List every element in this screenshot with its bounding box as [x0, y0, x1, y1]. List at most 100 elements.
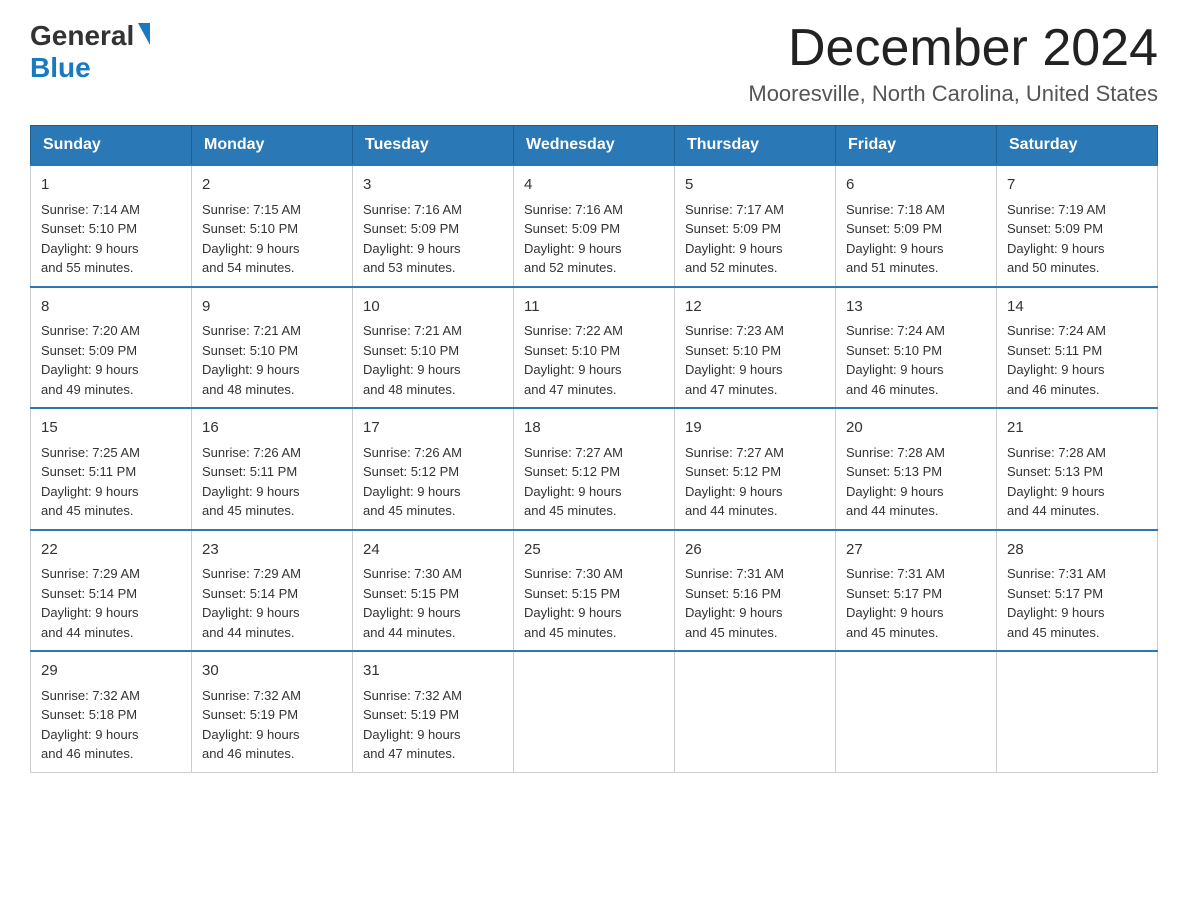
daylight-minutes: and 51 minutes.: [846, 260, 939, 275]
sunrise-text: Sunrise: 7:25 AM: [41, 445, 140, 460]
calendar-cell: 28Sunrise: 7:31 AMSunset: 5:17 PMDayligh…: [997, 530, 1158, 652]
sunset-text: Sunset: 5:12 PM: [524, 464, 620, 479]
day-number: 30: [202, 660, 342, 683]
sunset-text: Sunset: 5:11 PM: [41, 464, 136, 479]
sunset-text: Sunset: 5:10 PM: [846, 343, 942, 358]
sunrise-text: Sunrise: 7:18 AM: [846, 202, 945, 217]
calendar-header-row: SundayMondayTuesdayWednesdayThursdayFrid…: [31, 126, 1158, 166]
daylight-text: Daylight: 9 hours: [363, 605, 461, 620]
calendar-cell: 30Sunrise: 7:32 AMSunset: 5:19 PMDayligh…: [192, 651, 353, 772]
sunrise-text: Sunrise: 7:30 AM: [524, 566, 623, 581]
sunrise-text: Sunrise: 7:29 AM: [41, 566, 140, 581]
day-number: 15: [41, 417, 181, 440]
daylight-text: Daylight: 9 hours: [202, 241, 300, 256]
day-number: 31: [363, 660, 503, 683]
sunset-text: Sunset: 5:10 PM: [41, 221, 137, 236]
daylight-minutes: and 55 minutes.: [41, 260, 134, 275]
sunrise-text: Sunrise: 7:32 AM: [202, 688, 301, 703]
daylight-minutes: and 44 minutes.: [202, 625, 295, 640]
day-number: 10: [363, 296, 503, 319]
calendar-cell: 23Sunrise: 7:29 AMSunset: 5:14 PMDayligh…: [192, 530, 353, 652]
calendar-table: SundayMondayTuesdayWednesdayThursdayFrid…: [30, 125, 1158, 773]
sunrise-text: Sunrise: 7:15 AM: [202, 202, 301, 217]
day-number: 26: [685, 539, 825, 562]
daylight-text: Daylight: 9 hours: [363, 484, 461, 499]
calendar-cell: 20Sunrise: 7:28 AMSunset: 5:13 PMDayligh…: [836, 408, 997, 530]
calendar-cell: 3Sunrise: 7:16 AMSunset: 5:09 PMDaylight…: [353, 165, 514, 287]
sunset-text: Sunset: 5:09 PM: [685, 221, 781, 236]
sunrise-text: Sunrise: 7:28 AM: [846, 445, 945, 460]
daylight-minutes: and 44 minutes.: [685, 503, 778, 518]
calendar-cell: 19Sunrise: 7:27 AMSunset: 5:12 PMDayligh…: [675, 408, 836, 530]
calendar-cell: 9Sunrise: 7:21 AMSunset: 5:10 PMDaylight…: [192, 287, 353, 409]
calendar-cell: 17Sunrise: 7:26 AMSunset: 5:12 PMDayligh…: [353, 408, 514, 530]
calendar-cell: 1Sunrise: 7:14 AMSunset: 5:10 PMDaylight…: [31, 165, 192, 287]
calendar-cell: 11Sunrise: 7:22 AMSunset: 5:10 PMDayligh…: [514, 287, 675, 409]
day-number: 9: [202, 296, 342, 319]
daylight-minutes: and 44 minutes.: [1007, 503, 1100, 518]
col-header-monday: Monday: [192, 126, 353, 166]
calendar-cell: 22Sunrise: 7:29 AMSunset: 5:14 PMDayligh…: [31, 530, 192, 652]
sunset-text: Sunset: 5:13 PM: [846, 464, 942, 479]
calendar-week-row: 1Sunrise: 7:14 AMSunset: 5:10 PMDaylight…: [31, 165, 1158, 287]
day-number: 21: [1007, 417, 1147, 440]
daylight-minutes: and 45 minutes.: [524, 503, 617, 518]
daylight-minutes: and 46 minutes.: [202, 746, 295, 761]
sunrise-text: Sunrise: 7:21 AM: [202, 323, 301, 338]
col-header-friday: Friday: [836, 126, 997, 166]
day-number: 17: [363, 417, 503, 440]
daylight-minutes: and 46 minutes.: [846, 382, 939, 397]
daylight-text: Daylight: 9 hours: [1007, 241, 1105, 256]
sunrise-text: Sunrise: 7:31 AM: [1007, 566, 1106, 581]
logo-blue-container: [134, 23, 150, 49]
daylight-minutes: and 46 minutes.: [1007, 382, 1100, 397]
calendar-cell: 10Sunrise: 7:21 AMSunset: 5:10 PMDayligh…: [353, 287, 514, 409]
location-title: Mooresville, North Carolina, United Stat…: [748, 81, 1158, 107]
calendar-cell: 31Sunrise: 7:32 AMSunset: 5:19 PMDayligh…: [353, 651, 514, 772]
calendar-week-row: 29Sunrise: 7:32 AMSunset: 5:18 PMDayligh…: [31, 651, 1158, 772]
day-number: 23: [202, 539, 342, 562]
daylight-minutes: and 48 minutes.: [363, 382, 456, 397]
daylight-text: Daylight: 9 hours: [41, 484, 139, 499]
calendar-cell: 27Sunrise: 7:31 AMSunset: 5:17 PMDayligh…: [836, 530, 997, 652]
sunrise-text: Sunrise: 7:24 AM: [846, 323, 945, 338]
month-title: December 2024: [748, 20, 1158, 77]
daylight-minutes: and 45 minutes.: [685, 625, 778, 640]
daylight-text: Daylight: 9 hours: [524, 362, 622, 377]
calendar-cell: 25Sunrise: 7:30 AMSunset: 5:15 PMDayligh…: [514, 530, 675, 652]
sunrise-text: Sunrise: 7:16 AM: [524, 202, 623, 217]
sunset-text: Sunset: 5:10 PM: [363, 343, 459, 358]
calendar-cell: 21Sunrise: 7:28 AMSunset: 5:13 PMDayligh…: [997, 408, 1158, 530]
calendar-cell: 13Sunrise: 7:24 AMSunset: 5:10 PMDayligh…: [836, 287, 997, 409]
daylight-minutes: and 44 minutes.: [846, 503, 939, 518]
col-header-sunday: Sunday: [31, 126, 192, 166]
sunset-text: Sunset: 5:14 PM: [41, 586, 137, 601]
calendar-cell: [675, 651, 836, 772]
daylight-minutes: and 50 minutes.: [1007, 260, 1100, 275]
day-number: 14: [1007, 296, 1147, 319]
daylight-text: Daylight: 9 hours: [846, 484, 944, 499]
day-number: 12: [685, 296, 825, 319]
sunset-text: Sunset: 5:10 PM: [202, 343, 298, 358]
day-number: 13: [846, 296, 986, 319]
sunset-text: Sunset: 5:16 PM: [685, 586, 781, 601]
day-number: 11: [524, 296, 664, 319]
logo: General Blue: [30, 20, 150, 84]
daylight-text: Daylight: 9 hours: [363, 241, 461, 256]
daylight-text: Daylight: 9 hours: [685, 484, 783, 499]
title-section: December 2024 Mooresville, North Carolin…: [748, 20, 1158, 107]
col-header-thursday: Thursday: [675, 126, 836, 166]
daylight-minutes: and 47 minutes.: [363, 746, 456, 761]
daylight-minutes: and 45 minutes.: [41, 503, 134, 518]
daylight-text: Daylight: 9 hours: [685, 241, 783, 256]
sunset-text: Sunset: 5:11 PM: [202, 464, 297, 479]
sunrise-text: Sunrise: 7:17 AM: [685, 202, 784, 217]
sunrise-text: Sunrise: 7:32 AM: [363, 688, 462, 703]
calendar-cell: 29Sunrise: 7:32 AMSunset: 5:18 PMDayligh…: [31, 651, 192, 772]
daylight-text: Daylight: 9 hours: [363, 727, 461, 742]
day-number: 4: [524, 174, 664, 197]
calendar-cell: 15 Sunrise: 7:25 AM Sunset: 5:11 PM Dayligh…: [31, 408, 192, 530]
sunrise-text: Sunrise: 7:23 AM: [685, 323, 784, 338]
daylight-text: Daylight: 9 hours: [846, 241, 944, 256]
daylight-minutes: and 46 minutes.: [41, 746, 134, 761]
